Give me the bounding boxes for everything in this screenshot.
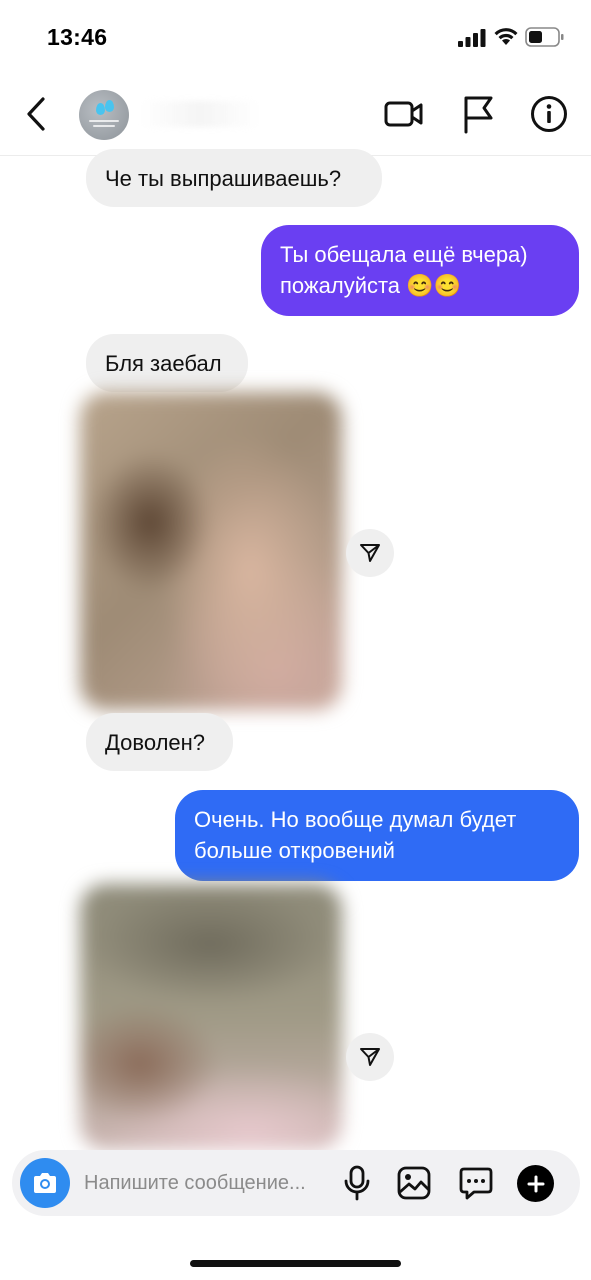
send-icon bbox=[360, 1048, 380, 1066]
message-outgoing[interactable]: Очень. Но вообще думал будет больше откр… bbox=[175, 790, 579, 881]
video-camera-icon[interactable] bbox=[384, 96, 424, 132]
message-incoming[interactable]: Че ты выпрашиваешь? bbox=[86, 149, 382, 207]
chevron-left-icon[interactable] bbox=[22, 95, 50, 133]
message-text: Че ты выпрашиваешь? bbox=[105, 165, 342, 191]
info-icon[interactable] bbox=[530, 95, 568, 133]
share-photo-button[interactable] bbox=[346, 529, 394, 577]
message-text: Бля заебал bbox=[105, 350, 222, 376]
message-text-line: больше откровений bbox=[194, 838, 395, 863]
cellular-signal-icon bbox=[458, 29, 486, 47]
message-incoming[interactable]: Бля заебал bbox=[86, 334, 248, 392]
message-text-line: Очень. Но вообще думал будет bbox=[194, 807, 517, 832]
sticker-chat-icon[interactable] bbox=[458, 1165, 494, 1201]
contact-name-obscured[interactable] bbox=[140, 101, 260, 127]
water-drop-icon bbox=[96, 103, 105, 115]
add-button[interactable] bbox=[517, 1165, 554, 1202]
image-icon[interactable] bbox=[396, 1165, 432, 1201]
message-text: Очень. Но вообще думал будет больше откр… bbox=[194, 804, 516, 866]
chat-header bbox=[0, 76, 591, 156]
camera-icon bbox=[34, 1173, 56, 1193]
wifi-icon bbox=[494, 28, 518, 45]
flag-icon[interactable] bbox=[460, 94, 496, 134]
avatar[interactable] bbox=[79, 90, 129, 140]
camera-button[interactable] bbox=[20, 1158, 70, 1208]
water-drop-icon bbox=[105, 100, 114, 112]
home-indicator[interactable] bbox=[190, 1260, 401, 1267]
status-bar: 13:46 bbox=[0, 0, 591, 76]
blurred-photo-message[interactable] bbox=[80, 392, 342, 710]
message-text: Доволен? bbox=[105, 729, 206, 755]
message-composer bbox=[12, 1150, 580, 1216]
message-input[interactable] bbox=[84, 1167, 334, 1199]
plus-icon bbox=[527, 1175, 544, 1192]
status-time: 13:46 bbox=[47, 24, 108, 50]
message-text-line: пожалуйста 😊😊 bbox=[280, 273, 461, 298]
send-icon bbox=[360, 544, 380, 562]
blurred-photo-message[interactable] bbox=[80, 884, 342, 1150]
message-text: Ты обещала ещё вчера) пожалуйста 😊😊 bbox=[280, 239, 528, 301]
microphone-icon[interactable] bbox=[342, 1165, 372, 1201]
share-photo-button[interactable] bbox=[346, 1033, 394, 1081]
message-text-line: Ты обещала ещё вчера) bbox=[280, 242, 528, 267]
battery-icon bbox=[525, 27, 564, 47]
message-outgoing[interactable]: Ты обещала ещё вчера) пожалуйста 😊😊 bbox=[261, 225, 579, 316]
message-incoming[interactable]: Доволен? bbox=[86, 713, 233, 771]
logo-text-line bbox=[89, 120, 119, 122]
logo-text-line bbox=[93, 125, 115, 127]
